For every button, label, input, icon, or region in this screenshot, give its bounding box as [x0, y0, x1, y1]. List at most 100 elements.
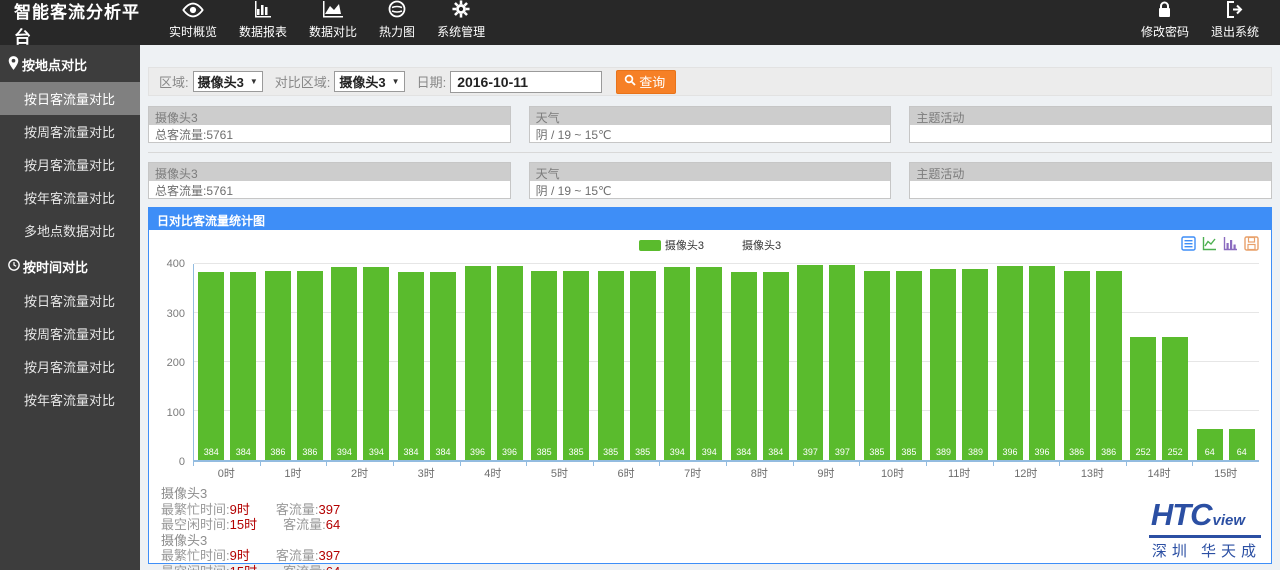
location-pin-icon — [8, 56, 19, 73]
line-chart-icon[interactable] — [1202, 236, 1217, 251]
nav-item-data-report[interactable]: 数据报表 — [228, 0, 298, 45]
sidebar-item-yearly-flow-compare[interactable]: 按年客流量对比 — [0, 181, 140, 214]
bar[interactable]: 384 — [731, 272, 757, 460]
chart-panel-title: 日对比客流量统计图 — [149, 208, 1271, 230]
bar-value-label: 384 — [230, 447, 256, 457]
bar[interactable]: 394 — [664, 267, 690, 460]
bar-value-label: 394 — [696, 447, 722, 457]
theme-activity-info-box: 主题活动 — [909, 106, 1272, 143]
date-input[interactable] — [450, 71, 602, 93]
x-tick-label: 1时 — [260, 462, 327, 480]
bar[interactable]: 385 — [531, 271, 557, 460]
sidebar-item-time-yearly-compare[interactable]: 按年客流量对比 — [0, 383, 140, 416]
nav-label: 实时概览 — [169, 23, 217, 40]
sidebar-item-multi-location-compare[interactable]: 多地点数据对比 — [0, 214, 140, 247]
bar-value-label: 385 — [598, 447, 624, 457]
bar[interactable]: 386 — [297, 271, 323, 460]
info-box-title: 天气 — [530, 163, 891, 181]
bar[interactable]: 252 — [1162, 337, 1188, 460]
data-view-icon[interactable] — [1181, 236, 1196, 251]
below-chart: 摄像头3 最繁忙时间:9时客流量:397 最空闲时间:15时客流量:64 摄像头… — [161, 486, 1257, 570]
bar-value-label: 396 — [465, 447, 491, 457]
x-tick-label: 6时 — [593, 462, 660, 480]
sidebar-item-time-weekly-compare[interactable]: 按周客流量对比 — [0, 317, 140, 350]
bar[interactable]: 64 — [1197, 429, 1223, 460]
bar-value-label: 385 — [563, 447, 589, 457]
header-right: 修改密码 退出系统 — [1130, 0, 1280, 45]
bar[interactable]: 64 — [1229, 429, 1255, 460]
bar[interactable]: 252 — [1130, 337, 1156, 460]
nav-item-system-manage[interactable]: 系统管理 — [426, 0, 496, 45]
bar[interactable]: 397 — [829, 265, 855, 460]
weather-info-box: 天气 阴 / 19 ~ 15℃ — [529, 162, 892, 199]
x-tick-label: 9时 — [793, 462, 860, 480]
camera-info-box: 摄像头3 总客流量:5761 — [148, 162, 511, 199]
bar-value-label: 394 — [363, 447, 389, 457]
bar[interactable]: 397 — [797, 265, 823, 460]
compare-region-select[interactable]: 摄像头3▼ — [334, 71, 404, 92]
bar[interactable]: 385 — [864, 271, 890, 460]
bar[interactable]: 396 — [1029, 266, 1055, 460]
bar-group: 385 385 — [860, 264, 927, 460]
y-tick-label: 300 — [167, 308, 185, 320]
bar[interactable]: 384 — [430, 272, 456, 460]
nav-item-change-password[interactable]: 修改密码 — [1130, 0, 1200, 45]
sidebar-item-time-monthly-compare[interactable]: 按月客流量对比 — [0, 350, 140, 383]
query-button[interactable]: 查询 — [616, 70, 676, 94]
chart-legend: 摄像头3 摄像头3 — [157, 234, 1263, 256]
bar[interactable]: 385 — [630, 271, 656, 460]
theme-activity-info-box: 主题活动 — [909, 162, 1272, 199]
legend-item-camera3[interactable]: 摄像头3 — [639, 237, 704, 253]
nav-item-heatmap[interactable]: 热力图 — [368, 0, 426, 45]
nav-item-realtime-overview[interactable]: 实时概览 — [158, 0, 228, 45]
y-tick-label: 200 — [167, 357, 185, 369]
bar[interactable]: 385 — [896, 271, 922, 460]
nav-label: 退出系统 — [1211, 23, 1259, 40]
bar[interactable]: 394 — [363, 267, 389, 460]
info-box-title: 摄像头3 — [149, 163, 510, 181]
region-select[interactable]: 摄像头3▼ — [193, 71, 263, 92]
bar-value-label: 384 — [198, 447, 224, 457]
heatmap-icon — [388, 0, 406, 23]
main-nav: 实时概览 数据报表 数据对比 热力图 系统管理 — [158, 0, 496, 45]
bar[interactable]: 389 — [962, 269, 988, 460]
sidebar-item-weekly-flow-compare[interactable]: 按周客流量对比 — [0, 115, 140, 148]
bar-chart-icon[interactable] — [1223, 236, 1238, 251]
bar-group: 386386 — [261, 264, 328, 460]
app-title: 智能客流分析平台 — [0, 0, 158, 48]
bar[interactable]: 385 — [598, 271, 624, 460]
bar-group: 396396 — [993, 264, 1060, 460]
sidebar-item-monthly-flow-compare[interactable]: 按月客流量对比 — [0, 148, 140, 181]
sidebar-item-daily-flow-compare[interactable]: 按日客流量对比 — [0, 82, 140, 115]
bar[interactable]: 384 — [198, 272, 224, 460]
bar[interactable]: 396 — [497, 266, 523, 460]
bar[interactable]: 396 — [465, 266, 491, 460]
bar[interactable]: 384 — [398, 272, 424, 460]
x-tick-label: 14时 — [1126, 462, 1193, 480]
x-tick-label: 13时 — [1059, 462, 1126, 480]
nav-item-logout[interactable]: 退出系统 — [1200, 0, 1270, 45]
nav-item-data-compare[interactable]: 数据对比 — [298, 0, 368, 45]
bar[interactable]: 386 — [1096, 271, 1122, 460]
bar-group: 384 384 — [194, 264, 261, 460]
y-tick-label: 400 — [167, 258, 185, 270]
bar-group: 385 385 — [593, 264, 660, 460]
bar[interactable]: 389 — [930, 269, 956, 460]
nav-label: 系统管理 — [437, 23, 485, 40]
bar[interactable]: 384 — [230, 272, 256, 460]
save-image-icon[interactable] — [1244, 236, 1259, 251]
bar[interactable]: 396 — [997, 266, 1023, 460]
bar[interactable]: 386 — [265, 271, 291, 460]
sidebar-item-time-daily-compare[interactable]: 按日客流量对比 — [0, 284, 140, 317]
bar[interactable]: 394 — [696, 267, 722, 460]
bar[interactable]: 394 — [331, 267, 357, 460]
bar[interactable]: 385 — [563, 271, 589, 460]
bar[interactable]: 386 — [1064, 271, 1090, 460]
chevron-down-icon: ▼ — [392, 77, 400, 86]
bar[interactable]: 384 — [763, 272, 789, 460]
legend-item-camera3-b[interactable]: 摄像头3 — [742, 237, 781, 253]
bar-value-label: 385 — [864, 447, 890, 457]
bar-value-label: 384 — [430, 447, 456, 457]
x-tick-label: 10时 — [859, 462, 926, 480]
bar-value-label: 64 — [1229, 447, 1255, 457]
